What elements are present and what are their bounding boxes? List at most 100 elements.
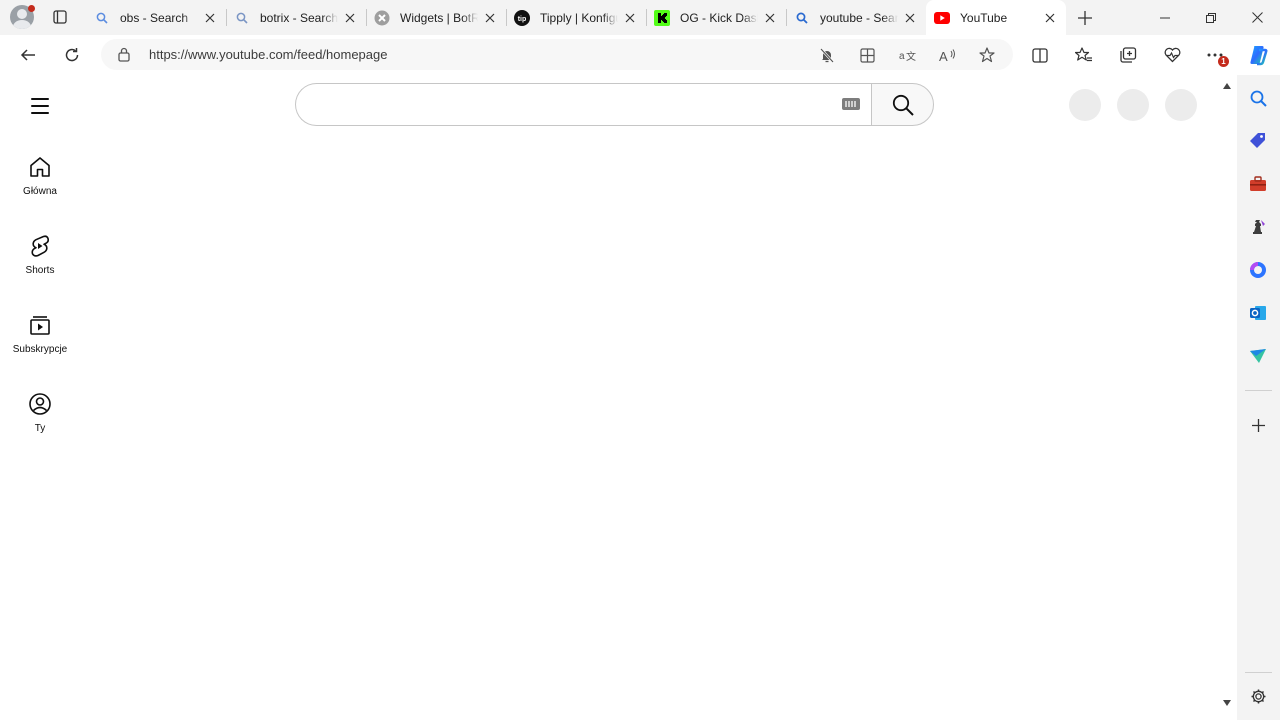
sidebar-games-button[interactable] — [1249, 218, 1267, 236]
close-icon[interactable] — [762, 10, 778, 26]
sidebar-search-button[interactable] — [1249, 89, 1267, 107]
close-icon[interactable] — [622, 10, 638, 26]
keyboard-icon[interactable] — [842, 98, 860, 110]
plus-icon — [1251, 418, 1265, 432]
sidebar-outlook-button[interactable] — [1249, 304, 1267, 322]
nav-label: Shorts — [25, 265, 55, 276]
copilot-button[interactable] — [1244, 42, 1272, 68]
search-icon — [94, 10, 110, 26]
browser-toolbar: https://www.youtube.com/feed/homepage a文… — [0, 35, 1280, 75]
sidebar-add-button[interactable] — [1249, 416, 1267, 434]
tab-kick-dashboard[interactable]: OG - Kick Dashboard — [646, 0, 786, 35]
tab-youtube-search[interactable]: youtube - Search — [786, 0, 926, 35]
notification-badge: 1 — [1218, 56, 1229, 67]
edge-sidebar — [1237, 75, 1280, 720]
nav-label: Główna — [23, 186, 57, 197]
scrollbar-up-arrow[interactable] — [1223, 83, 1231, 89]
translate-button[interactable]: a文 — [896, 44, 918, 66]
loading-placeholder-circle — [1165, 89, 1197, 121]
search-button[interactable] — [871, 83, 934, 126]
tab-actions-icon — [53, 10, 67, 24]
sidebar-shopping-button[interactable] — [1249, 132, 1267, 150]
sidebar-settings-button[interactable] — [1249, 687, 1267, 705]
svg-text:文: 文 — [906, 50, 916, 63]
tab-botrix-search[interactable]: botrix - Search — [226, 0, 366, 35]
account-icon — [29, 393, 51, 415]
split-screen-icon — [1032, 47, 1048, 63]
refresh-icon — [65, 48, 79, 62]
refresh-button[interactable] — [58, 42, 86, 68]
tab-title: Tipply | Konfiguracja — [540, 10, 618, 25]
plus-icon — [1078, 11, 1092, 25]
address-bar[interactable]: https://www.youtube.com/feed/homepage a文… — [101, 39, 1013, 70]
tab-obs-search[interactable]: obs - Search — [86, 0, 226, 35]
close-icon[interactable] — [1042, 10, 1058, 26]
close-icon[interactable] — [482, 10, 498, 26]
botrix-logo-icon — [374, 10, 390, 26]
kick-logo-icon — [654, 9, 670, 26]
tab-title: botrix - Search — [260, 10, 338, 25]
browser-essentials-button[interactable] — [1158, 42, 1186, 68]
sidebar-copilot-apps-button[interactable] — [1249, 261, 1267, 279]
tab-title: Widgets | BotRix — [400, 10, 478, 25]
search-input[interactable] — [314, 94, 834, 116]
read-aloud-button[interactable]: A — [936, 44, 958, 66]
chess-piece-icon — [1253, 220, 1265, 234]
collections-button[interactable] — [1114, 42, 1142, 68]
menu-bar — [31, 105, 49, 107]
tab-youtube[interactable]: YouTube — [926, 0, 1066, 35]
new-tab-button[interactable] — [1074, 7, 1096, 29]
close-icon[interactable] — [202, 10, 218, 26]
gear-icon — [1251, 689, 1265, 703]
home-icon — [30, 157, 50, 177]
sidebar-tools-button[interactable] — [1249, 175, 1267, 193]
nav-item-shorts[interactable]: Shorts — [4, 234, 76, 306]
svg-text:A: A — [939, 49, 948, 63]
minimize-icon — [1160, 17, 1170, 18]
tab-botrix-widgets[interactable]: Widgets | BotRix — [366, 0, 506, 35]
sidebar-divider — [1245, 390, 1272, 391]
close-icon[interactable] — [902, 10, 918, 26]
settings-more-button[interactable]: 1 — [1201, 42, 1229, 68]
app-available-button[interactable] — [856, 44, 878, 66]
split-screen-button[interactable] — [1026, 42, 1054, 68]
mute-notifications-button[interactable] — [816, 44, 838, 66]
scrollbar-down-arrow[interactable] — [1223, 700, 1231, 706]
minimize-button[interactable] — [1142, 0, 1188, 35]
close-icon — [1251, 12, 1263, 23]
menu-bar — [31, 112, 49, 114]
tab-strip: obs - Search botrix - Search Widgets | B… — [0, 0, 1280, 35]
nav-item-subscriptions[interactable]: Subskrypcje — [4, 313, 76, 385]
sidebar-drop-button[interactable] — [1249, 347, 1267, 365]
close-icon[interactable] — [342, 10, 358, 26]
toolbox-icon — [1250, 176, 1266, 191]
url-text[interactable]: https://www.youtube.com/feed/homepage — [149, 47, 387, 62]
search-icon — [234, 10, 250, 26]
nav-item-you[interactable]: Ty — [4, 392, 76, 464]
youtube-logo-icon — [934, 10, 950, 26]
search-icon — [892, 94, 914, 116]
search-box[interactable] — [295, 83, 871, 126]
guide-menu-button[interactable] — [26, 93, 54, 119]
tab-title: OG - Kick Dashboard — [680, 10, 758, 25]
close-window-button[interactable] — [1234, 0, 1280, 35]
tab-list: obs - Search botrix - Search Widgets | B… — [86, 0, 1066, 35]
nav-label: Subskrypcje — [12, 344, 68, 355]
tab-actions-button[interactable] — [48, 6, 72, 28]
back-button[interactable] — [14, 42, 42, 68]
tag-icon — [1250, 133, 1265, 148]
favorites-button[interactable] — [1070, 42, 1098, 68]
favorites-icon — [1075, 47, 1092, 62]
svg-text:a: a — [899, 51, 905, 62]
tab-title: YouTube — [960, 10, 1008, 25]
restore-button[interactable] — [1188, 0, 1234, 35]
outlook-icon — [1250, 306, 1266, 320]
tab-tipply[interactable]: tip Tipply | Konfiguracja — [506, 0, 646, 35]
read-aloud-icon: A — [939, 49, 955, 63]
nav-item-home[interactable]: Główna — [4, 155, 76, 227]
favorite-star-button[interactable] — [976, 44, 998, 66]
shorts-icon — [31, 235, 50, 257]
menu-bar — [31, 98, 49, 100]
copilot-icon — [1250, 46, 1268, 66]
lock-icon[interactable] — [117, 47, 131, 62]
